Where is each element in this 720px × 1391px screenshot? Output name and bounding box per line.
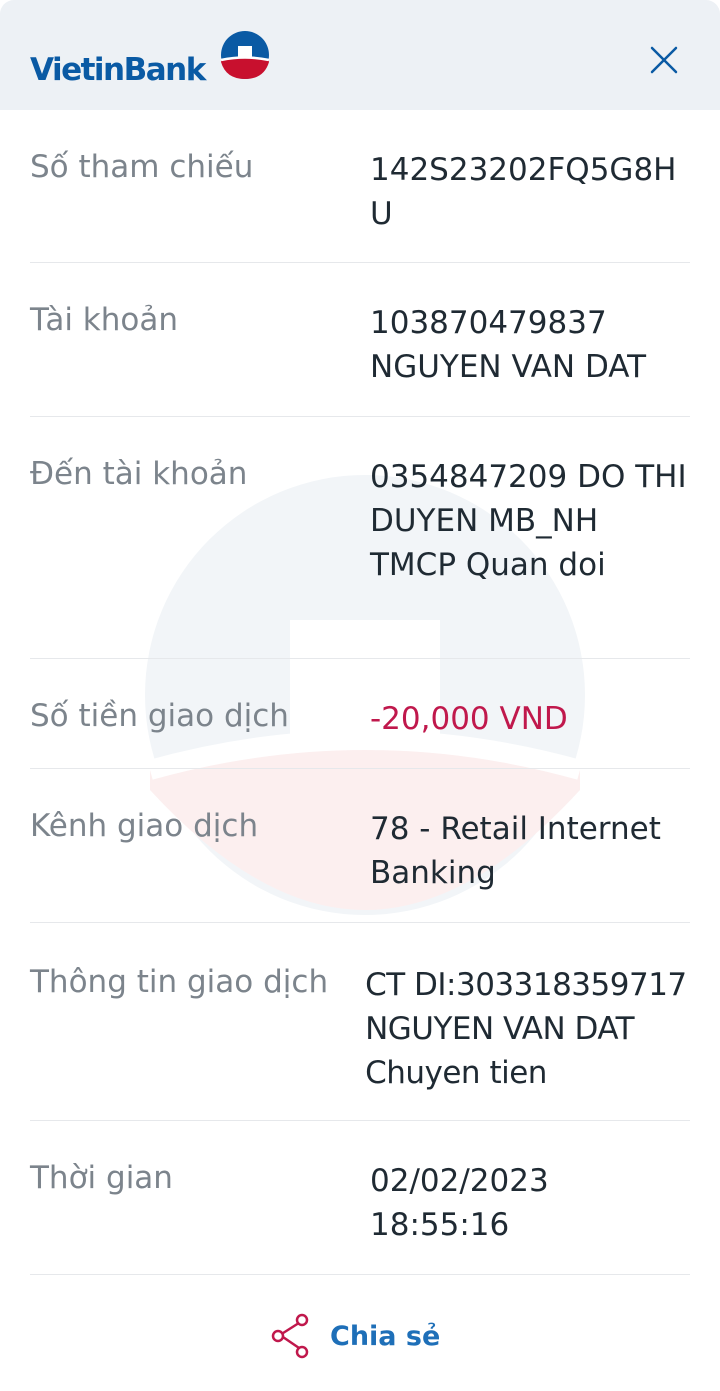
- row-label: Thời gian: [30, 1160, 173, 1196]
- transaction-detail-screen: VietinBank Số tham chiếu 142S23202FQ5G8H…: [0, 0, 720, 1391]
- row-label: Số tham chiếu: [30, 149, 254, 185]
- detail-row-channel: Kênh giao dịch 78 - Retail Internet Bank…: [30, 769, 690, 923]
- detail-row-amount: Số tiền giao dịch -20,000 VND: [30, 659, 690, 769]
- row-label: Đến tài khoản: [30, 456, 248, 492]
- row-value: 02/02/2023 18:55:16: [370, 1163, 549, 1243]
- row-value: 0354847209 DO THI DUYEN MB_NH TMCP Quan …: [370, 459, 687, 583]
- row-label: Kênh giao dịch: [30, 808, 259, 844]
- detail-row-account: Tài khoản 103870479837 NGUYEN VAN DAT: [30, 263, 690, 417]
- detail-row-time: Thời gian 02/02/2023 18:55:16: [30, 1121, 690, 1275]
- share-button[interactable]: Chia sẻ: [270, 1310, 440, 1362]
- share-label: Chia sẻ: [330, 1320, 441, 1352]
- header: VietinBank: [0, 0, 720, 110]
- row-label: Số tiền giao dịch: [30, 698, 289, 734]
- row-label: Tài khoản: [30, 302, 178, 338]
- row-value: 142S23202FQ5G8HU: [370, 152, 677, 232]
- logo-text: VietinBank: [30, 52, 206, 88]
- transaction-details: Số tham chiếu 142S23202FQ5G8HU Tài khoản…: [30, 110, 690, 1275]
- detail-row-reference: Số tham chiếu 142S23202FQ5G8HU: [30, 110, 690, 263]
- detail-row-to-account: Đến tài khoản 0354847209 DO THI DUYEN MB…: [30, 417, 690, 659]
- vietinbank-logo-icon: [220, 31, 270, 79]
- row-label: Thông tin giao dịch: [30, 964, 329, 1000]
- share-icon: [271, 1313, 309, 1359]
- row-value: 78 - Retail Internet Banking: [370, 811, 661, 891]
- amount-value: -20,000 VND: [370, 701, 568, 737]
- vietinbank-logo: VietinBank: [30, 28, 280, 98]
- detail-row-info: Thông tin giao dịch CT DI:303318359717 N…: [30, 923, 690, 1121]
- row-value: 103870479837 NGUYEN VAN DAT: [370, 305, 647, 385]
- row-value: CT DI:303318359717 NGUYEN VAN DAT Chuyen…: [365, 967, 687, 1091]
- close-icon[interactable]: [644, 40, 684, 80]
